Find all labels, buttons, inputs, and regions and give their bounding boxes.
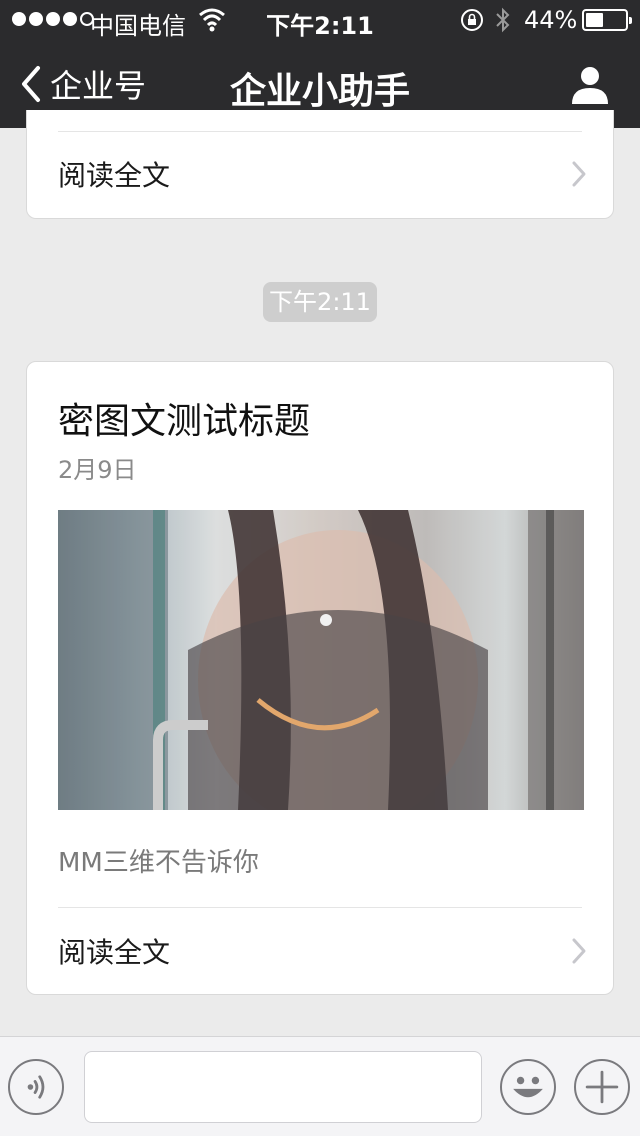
chevron-right-icon [572, 161, 586, 187]
rotation-lock-icon [461, 9, 483, 31]
divider [58, 907, 582, 908]
bluetooth-icon [496, 7, 510, 33]
article-summary: MM三维不告诉你 [58, 848, 259, 878]
article-title: 密图文测试标题 [58, 401, 311, 442]
back-label: 企业号 [50, 67, 147, 105]
message-input[interactable] [84, 1051, 482, 1123]
read-more-row[interactable]: 阅读全文 [58, 144, 587, 204]
chevron-left-icon [22, 66, 40, 102]
cover-photo [58, 510, 584, 810]
battery-percent: 44% [524, 6, 578, 34]
emoji-icon[interactable] [500, 1059, 556, 1115]
status-bar: 中国电信 下午2:11 44% [0, 0, 640, 40]
read-more-label: 阅读全文 [58, 936, 171, 969]
voice-input-icon[interactable] [8, 1059, 64, 1115]
read-more-label: 阅读全文 [58, 159, 171, 192]
top-bar: 中国电信 下午2:11 44% 企业号 企业小助手 [0, 0, 640, 128]
message-timestamp: 下午2:11 [263, 282, 377, 322]
chevron-right-icon [572, 938, 586, 964]
profile-icon[interactable] [568, 62, 612, 106]
plus-icon[interactable] [574, 1059, 630, 1115]
battery-icon [582, 9, 632, 31]
page-title: 企业小助手 [229, 71, 410, 112]
read-more-row[interactable]: 阅读全文 [58, 921, 587, 981]
back-button[interactable]: 企业号 [18, 62, 146, 106]
message-card: 阅读全文 [26, 110, 614, 219]
article-date: 2月9日 [58, 456, 137, 484]
divider [58, 131, 582, 132]
message-card[interactable]: 密图文测试标题 2月9日 MM三维不告诉你 阅读全文 [26, 361, 614, 995]
article-cover-image[interactable] [58, 510, 584, 810]
input-bar [0, 1036, 640, 1136]
